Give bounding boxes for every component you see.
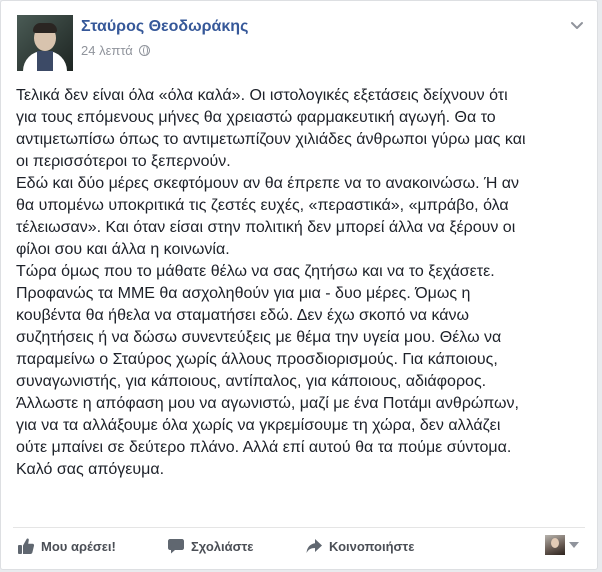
post-line: Τελικά δεν είναι όλα «όλα καλά». Οι ιστο…: [16, 87, 508, 104]
comment-label: Σχολιάστε: [191, 538, 254, 554]
post-line: οι περισσότεροι το ξεπερνούν.: [16, 153, 231, 170]
reaction-selector[interactable]: [545, 535, 579, 555]
thumbs-up-icon: [18, 538, 35, 554]
post-line: θα υπομένω υποκριτικά τις ζεστές ευχές, …: [16, 197, 509, 214]
post-body: Τελικά δεν είναι όλα «όλα καλά». Οι ιστο…: [16, 85, 586, 481]
post-line: Καλό σας απόγευμα.: [16, 461, 165, 478]
post-meta: 24 λεπτά: [81, 43, 150, 58]
share-arrow-icon: [306, 539, 322, 553]
comment-icon: [168, 539, 184, 554]
post-actions-bar: Μου αρέσει! Σχολιάστε Κοινοποιήστε: [13, 527, 585, 562]
like-label: Μου αρέσει!: [41, 538, 116, 554]
post-header: Σταύρος Θεοδωράκης 24 λεπτά: [17, 15, 587, 71]
viewer-avatar: [545, 535, 565, 555]
caret-down-icon: [569, 542, 579, 548]
chevron-down-icon[interactable]: [569, 17, 585, 33]
globe-icon: [138, 45, 150, 56]
post-line: Άλλωστε η απόφαση μου να αγωνιστώ, μαζί …: [16, 395, 519, 412]
share-button[interactable]: Κοινοποιήστε: [305, 535, 414, 557]
post-line: συζητήσεις ή να δώσω συνεντεύξεις με θέμ…: [16, 329, 502, 346]
post-card: Σταύρος Θεοδωράκης 24 λεπτά Τελικά δεν ε…: [0, 0, 598, 570]
post-line: συναγωνιστής, για κάποιους, αντίπαλος, γ…: [16, 373, 487, 390]
post-line: Εδώ και δύο μέρες σκεφτόμουν αν θα έπρεπ…: [16, 175, 520, 192]
post-line: για να τα αλλάξουμε όλα χωρίς να γκρεμίσ…: [16, 417, 501, 434]
like-button[interactable]: Μου αρέσει!: [17, 535, 116, 557]
post-line: κουβέντα θα ήθελα να σταματήσει εδώ. Δεν…: [16, 307, 469, 324]
post-line: Τώρα όμως που το μάθατε θέλω να σας ζητή…: [16, 263, 495, 280]
author-name[interactable]: Σταύρος Θεοδωράκης: [81, 18, 248, 36]
post-line: για τους επόμενους μήνες θα χρειαστώ φαρ…: [16, 109, 496, 126]
author-avatar[interactable]: [17, 15, 73, 71]
post-timestamp[interactable]: 24 λεπτά: [81, 43, 133, 58]
comment-button[interactable]: Σχολιάστε: [167, 535, 253, 557]
post-line: Προφανώς τα ΜΜΕ θα ασχοληθούν για μια - …: [16, 285, 471, 302]
post-line: παραμείνω ο Σταύρος χωρίς άλλους προσδιο…: [16, 351, 498, 368]
post-line: τέλειωσαν». Και όταν είσαι στην πολιτική…: [16, 219, 516, 236]
share-label: Κοινοποιήστε: [329, 538, 415, 554]
post-line: αντιμετωπίσω όπως το αντιμετωπίζουν χιλι…: [16, 131, 526, 148]
post-line: φίλοι σου και άλλα η κοινωνία.: [16, 241, 230, 258]
post-line: ούτε μπαίνει σε δεύτερο πλάνο. Αλλά επί …: [16, 439, 512, 456]
